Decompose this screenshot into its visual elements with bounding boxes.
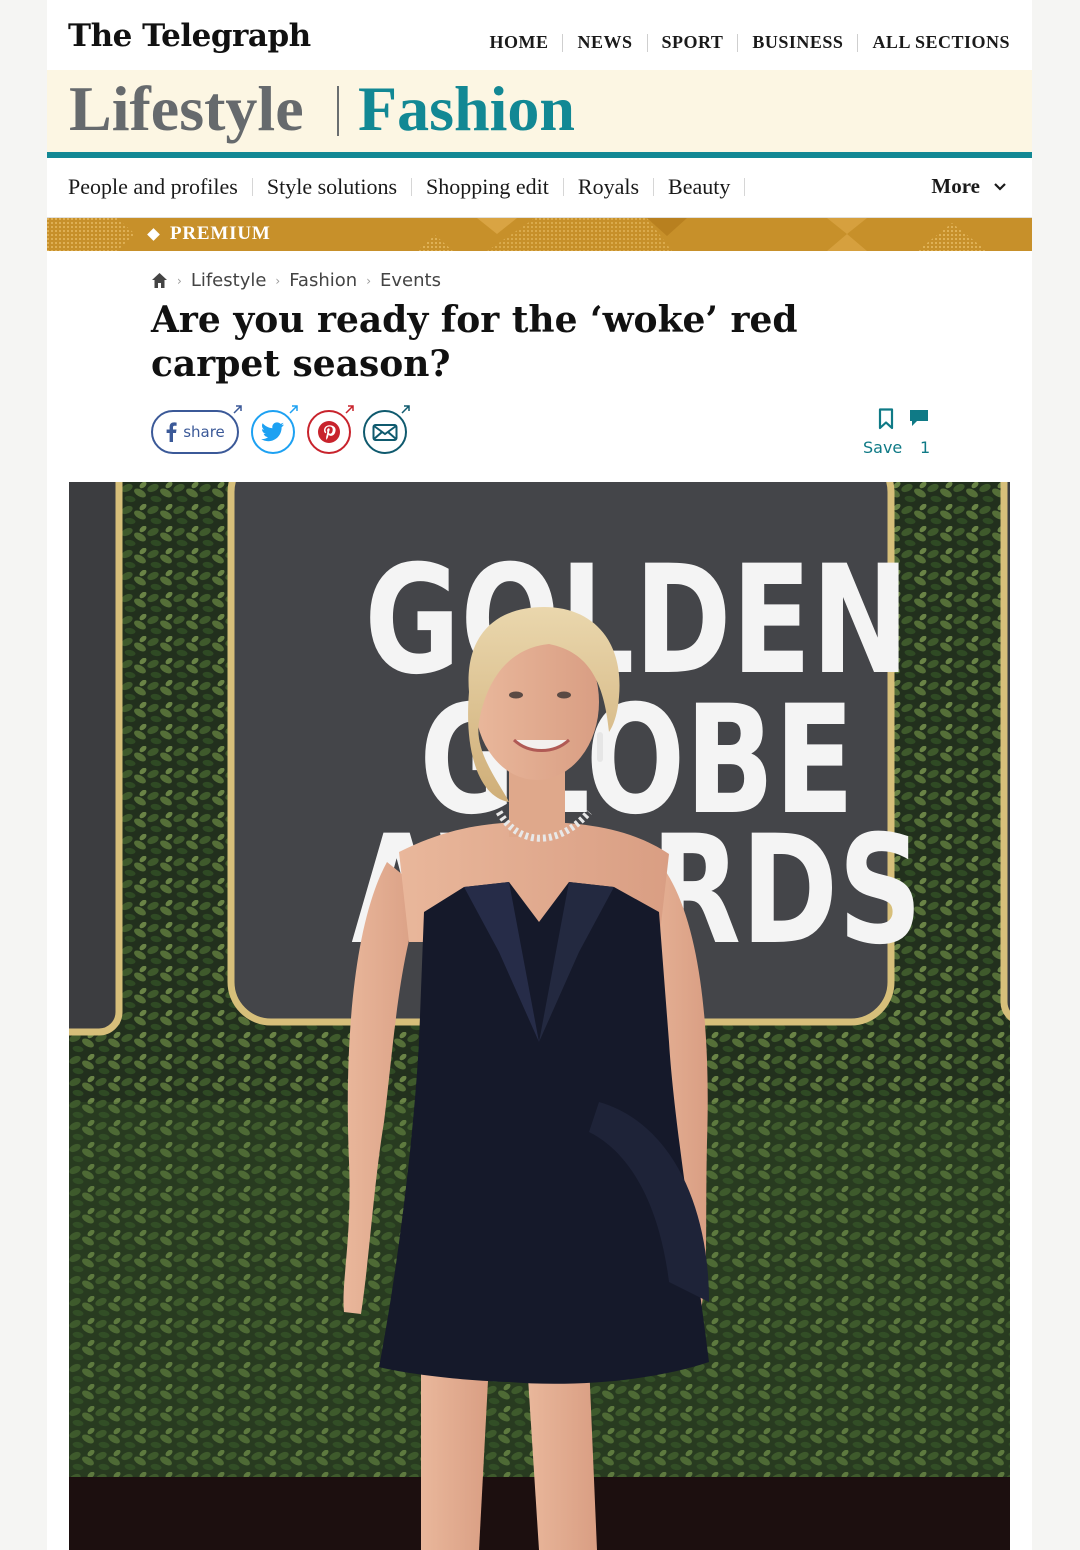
- red-carpet-photo: GOLDEN GLOBE AWARDS: [69, 482, 1010, 1550]
- subnav-divider: [411, 178, 413, 196]
- subnav-divider: [562, 178, 564, 196]
- more-label: More: [931, 174, 980, 198]
- nav-divider: [857, 33, 859, 52]
- pinterest-icon: [318, 421, 340, 443]
- subnav-divider: [653, 178, 655, 196]
- email-share-button[interactable]: [363, 405, 410, 454]
- chevron-right-icon: ›: [366, 273, 371, 288]
- nav-news[interactable]: NEWS: [577, 32, 632, 53]
- article-headline: Are you ready for the ‘woke’ red carpet …: [151, 299, 798, 385]
- home-icon[interactable]: [151, 272, 168, 289]
- comment-icon[interactable]: [909, 408, 929, 428]
- chevron-down-icon: [994, 182, 1006, 191]
- subnav-item-royals[interactable]: Royals: [578, 174, 639, 200]
- external-link-icon: [233, 405, 242, 414]
- article-lead-image: GOLDEN GLOBE AWARDS: [69, 482, 1010, 1550]
- share-buttons: share: [151, 405, 419, 454]
- nav-home[interactable]: HOME: [489, 32, 548, 53]
- article-actions: Save 1: [862, 408, 962, 460]
- subnav-divider: [251, 178, 253, 196]
- subnav-item-style-solutions[interactable]: Style solutions: [267, 174, 397, 200]
- masthead: The Telegraph HOME NEWS SPORT BUSINESS A…: [47, 0, 1032, 70]
- premium-banner: PREMIUM: [47, 218, 1032, 251]
- facebook-share-button[interactable]: share: [151, 405, 242, 454]
- breadcrumb-events[interactable]: Events: [380, 270, 441, 291]
- breadcrumb: › Lifestyle › Fashion › Events: [151, 270, 441, 291]
- subnav-item-beauty[interactable]: Beauty: [668, 174, 730, 200]
- top-navigation: HOME NEWS SPORT BUSINESS ALL SECTIONS: [489, 32, 1010, 53]
- telegraph-logo[interactable]: The Telegraph: [68, 18, 311, 54]
- page: The Telegraph HOME NEWS SPORT BUSINESS A…: [47, 0, 1032, 1550]
- section-parent-link[interactable]: Lifestyle: [69, 72, 304, 146]
- more-menu-button[interactable]: More: [931, 174, 1008, 199]
- section-divider: [337, 86, 339, 136]
- nav-divider: [562, 33, 564, 52]
- nav-divider: [737, 33, 739, 52]
- email-icon: [372, 424, 398, 441]
- save-button[interactable]: Save: [863, 438, 902, 457]
- nav-all-sections[interactable]: ALL SECTIONS: [872, 32, 1010, 53]
- breadcrumb-fashion[interactable]: Fashion: [289, 270, 357, 291]
- subnav-divider: [744, 178, 746, 196]
- twitter-share-button[interactable]: [251, 405, 298, 454]
- chevron-right-icon: ›: [275, 273, 281, 288]
- subnav-item-people-and-profiles[interactable]: People and profiles: [68, 174, 238, 200]
- breadcrumb-lifestyle[interactable]: Lifestyle: [191, 270, 267, 291]
- diamond-icon: [147, 227, 160, 241]
- nav-business[interactable]: BUSINESS: [752, 32, 843, 53]
- pinterest-share-button[interactable]: [307, 405, 354, 454]
- nav-sport[interactable]: SPORT: [662, 32, 724, 53]
- external-link-icon: [345, 405, 354, 414]
- facebook-share-label: share: [183, 423, 225, 441]
- nav-divider: [646, 33, 648, 52]
- premium-label: PREMIUM: [170, 223, 271, 244]
- external-link-icon: [289, 405, 298, 414]
- chevron-right-icon: ›: [177, 273, 182, 288]
- comment-count[interactable]: 1: [920, 438, 930, 457]
- section-subnav: People and profiles Style solutions Shop…: [47, 158, 1032, 218]
- twitter-icon: [261, 422, 284, 442]
- section-title[interactable]: Fashion: [358, 72, 575, 146]
- external-link-icon: [401, 405, 410, 414]
- bookmark-icon[interactable]: [878, 408, 894, 430]
- subnav-item-shopping-edit[interactable]: Shopping edit: [426, 174, 549, 200]
- section-banner: Lifestyle Fashion: [47, 70, 1032, 158]
- facebook-icon: [166, 422, 177, 442]
